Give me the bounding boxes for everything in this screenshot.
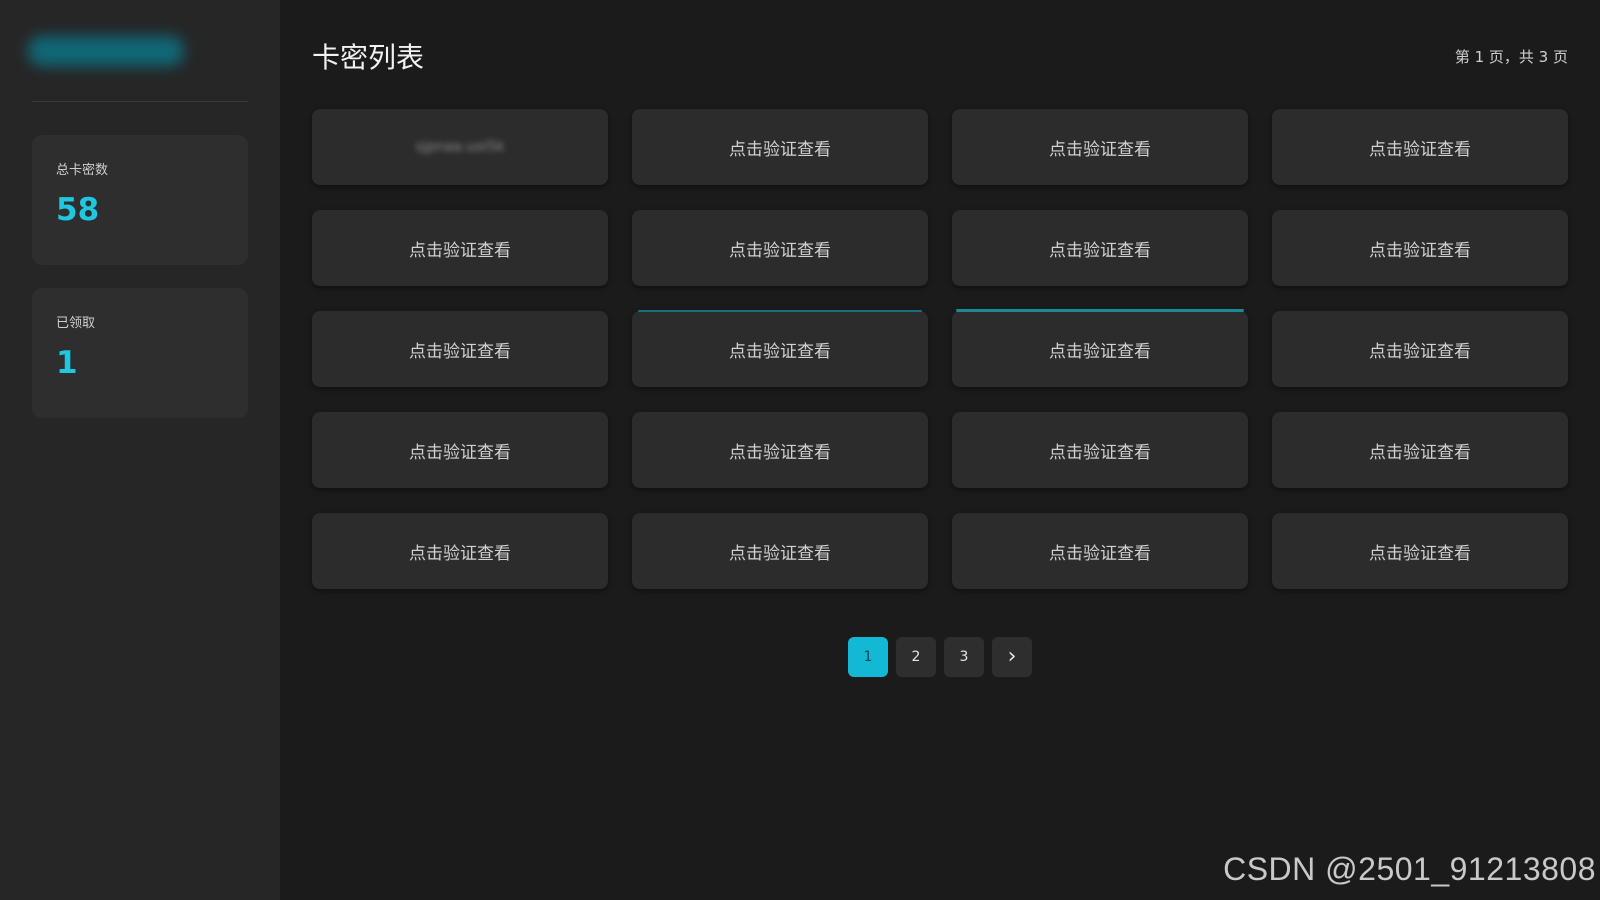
card-locked[interactable]: 点击验证查看 [952,210,1248,286]
stat-value-total: 58 [56,192,100,228]
page-button-2[interactable]: 2 [896,637,936,677]
watermark: CSDN @2501_91213808 [1223,851,1596,887]
card-locked-hover[interactable]: 点击验证查看 [632,310,928,387]
card-grid: sjpnaa.uoi5k 点击验证查看 点击验证查看 点击验证查看 点击验证查看… [312,109,1568,589]
stat-value-claimed: 1 [56,345,78,381]
chevron-right-icon: › [1007,644,1017,669]
pagination: 1 2 3 › [848,637,1032,677]
sidebar: 总卡密数 58 已领取 1 [0,0,280,900]
card-locked[interactable]: 点击验证查看 [952,109,1248,185]
card-locked[interactable]: 点击验证查看 [952,412,1248,488]
sidebar-divider [32,101,248,102]
card-locked[interactable]: 点击验证查看 [1272,210,1568,286]
stat-card-total: 总卡密数 58 [32,135,248,265]
stat-label-claimed: 已领取 [56,316,96,331]
card-locked[interactable]: 点击验证查看 [312,311,608,387]
card-locked[interactable]: 点击验证查看 [632,412,928,488]
page-button-3[interactable]: 3 [944,637,984,677]
card-locked[interactable]: 点击验证查看 [1272,311,1568,387]
card-locked[interactable]: 点击验证查看 [312,412,608,488]
revealed-key-text: sjpnaa.uoi5k [415,139,505,155]
card-locked[interactable]: 点击验证查看 [632,210,928,286]
card-locked[interactable]: 点击验证查看 [1272,412,1568,488]
stat-label-total: 总卡密数 [56,163,109,178]
card-locked[interactable]: 点击验证查看 [632,513,928,589]
card-locked[interactable]: 点击验证查看 [632,109,928,185]
card-revealed[interactable]: sjpnaa.uoi5k [312,109,608,185]
stat-card-claimed: 已领取 1 [32,288,248,418]
card-locked[interactable]: 点击验证查看 [312,513,608,589]
card-locked[interactable]: 点击验证查看 [952,513,1248,589]
card-locked-hover[interactable]: 点击验证查看 [952,309,1248,387]
card-locked[interactable]: 点击验证查看 [1272,513,1568,589]
page-title: 卡密列表 [312,41,425,74]
card-locked[interactable]: 点击验证查看 [1272,109,1568,185]
page-info: 第 1 页，共 3 页 [1454,48,1568,66]
card-locked[interactable]: 点击验证查看 [312,210,608,286]
page-button-1[interactable]: 1 [848,637,888,677]
logo [28,36,184,66]
next-page-button[interactable]: › [992,637,1032,677]
